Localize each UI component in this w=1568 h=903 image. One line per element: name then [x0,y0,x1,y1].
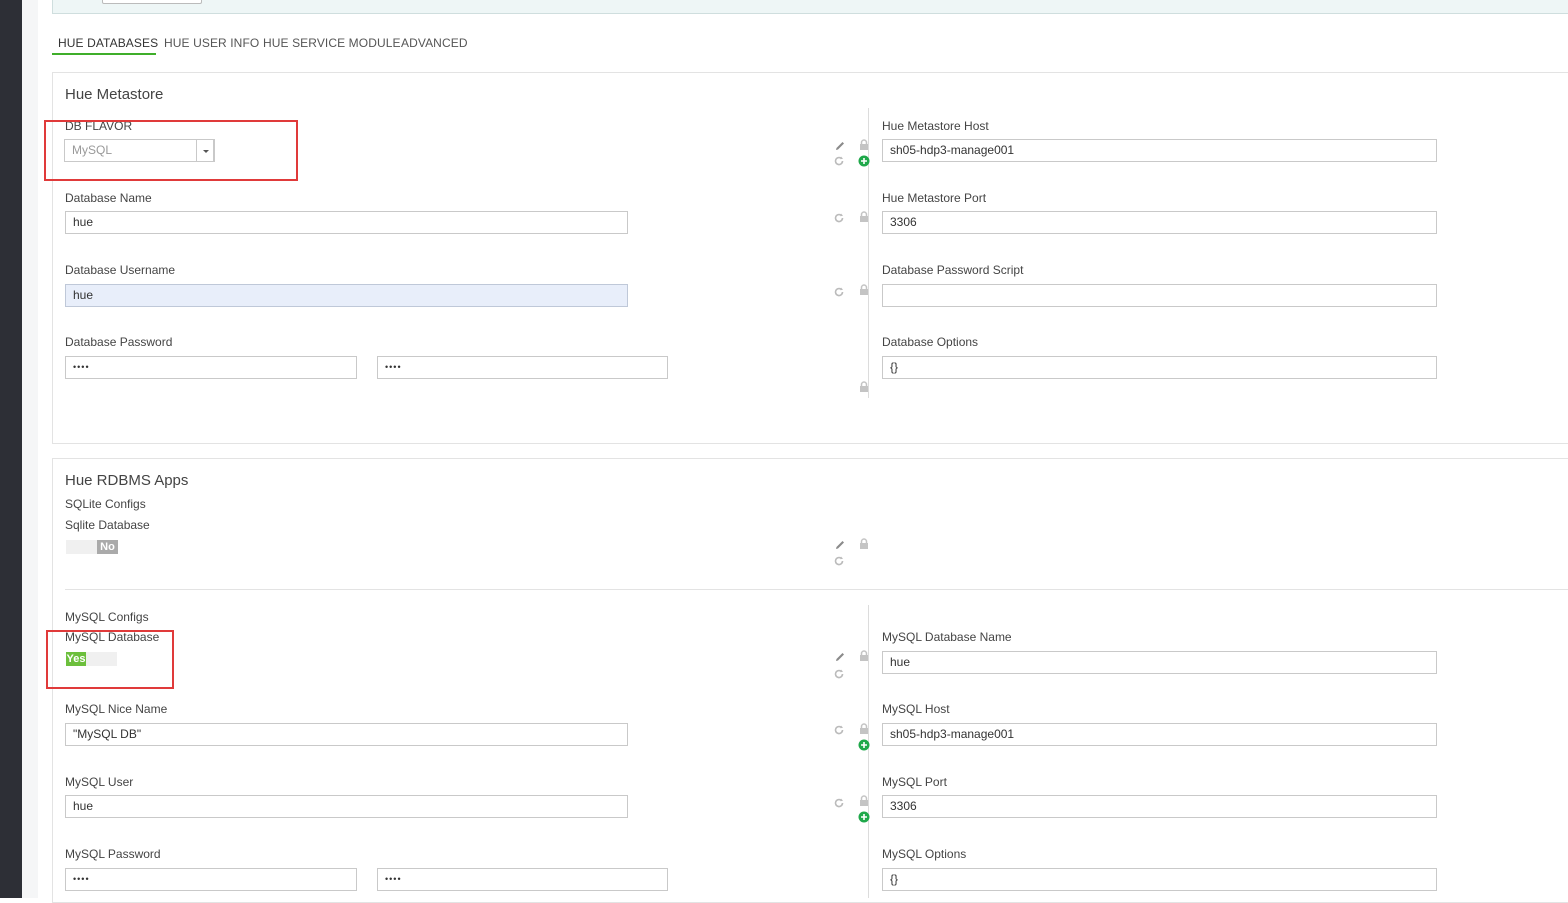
mysql-user-label: MySQL User [65,775,134,789]
tab-hue-databases[interactable]: HUE DATABASES [58,36,158,50]
database-username-input[interactable]: hue [65,284,628,307]
mysql-password-confirm-input[interactable]: •••• [377,868,668,891]
mysql-host-input[interactable]: sh05-hdp3-manage001 [882,723,1437,746]
refresh-icon[interactable] [833,286,845,298]
mysql-configs-heading: MySQL Configs [65,610,149,624]
pencil-icon[interactable] [834,651,846,663]
mysql-nice-name-label: MySQL Nice Name [65,702,168,716]
highlight-box [46,630,174,689]
panel-title: Hue Metastore [65,86,164,103]
plus-circle-icon[interactable] [858,739,870,751]
database-options-input[interactable]: {} [882,356,1437,379]
database-username-label: Database Username [65,263,176,277]
mysql-database-name-input[interactable]: hue [882,651,1437,674]
left-sidebar [0,0,22,898]
lock-icon[interactable] [858,211,870,223]
refresh-icon[interactable] [833,555,845,567]
refresh-icon[interactable] [833,668,845,680]
mysql-port-input[interactable]: 3306 [882,795,1437,818]
mysql-nice-name-input[interactable]: "MySQL DB" [65,723,628,746]
panel-title: Hue RDBMS Apps [65,472,189,489]
lock-icon[interactable] [858,538,870,550]
lock-icon[interactable] [858,723,870,735]
mysql-database-name-label: MySQL Database Name [882,630,1012,644]
hue-metastore-port-input[interactable]: 3306 [882,211,1437,234]
tab-hue-service-module[interactable]: HUE SERVICE MODULE [263,36,401,50]
column-divider [868,605,869,898]
lock-icon[interactable] [858,139,870,151]
database-password-confirm-input[interactable]: •••• [377,356,668,379]
lock-icon[interactable] [858,795,870,807]
pencil-icon[interactable] [834,140,846,152]
mysql-options-label: MySQL Options [882,847,967,861]
refresh-icon[interactable] [833,155,845,167]
hue-metastore-host-label: Hue Metastore Host [882,119,989,133]
refresh-icon[interactable] [833,212,845,224]
top-select[interactable] [102,0,202,4]
plus-circle-icon[interactable] [858,155,870,167]
sqlite-database-label: Sqlite Database [65,518,150,532]
highlight-box [44,120,298,181]
mysql-user-input[interactable]: hue [65,795,628,818]
column-divider [868,108,869,398]
hue-rdbms-apps-panel [52,458,1568,903]
database-name-label: Database Name [65,191,152,205]
mysql-options-input[interactable]: {} [882,868,1437,891]
tab-advanced[interactable]: ADVANCED [401,36,468,50]
database-password-script-input[interactable] [882,284,1437,307]
pencil-icon[interactable] [834,539,846,551]
hue-metastore-host-input[interactable]: sh05-hdp3-manage001 [882,139,1437,162]
mysql-port-label: MySQL Port [882,775,947,789]
left-gutter [22,0,38,898]
mysql-password-label: MySQL Password [65,847,161,861]
lock-icon[interactable] [858,650,870,662]
plus-circle-icon[interactable] [858,811,870,823]
database-password-script-label: Database Password Script [882,263,1024,277]
section-divider [65,589,1568,590]
mysql-host-label: MySQL Host [882,702,950,716]
toggle-state: No [97,540,118,554]
lock-icon[interactable] [858,284,870,296]
top-info-bar [52,0,1568,14]
active-tab-indicator [52,53,156,55]
hue-metastore-port-label: Hue Metastore Port [882,191,987,205]
database-password-label: Database Password [65,335,173,349]
refresh-icon[interactable] [833,797,845,809]
database-password-input[interactable]: •••• [65,356,357,379]
refresh-icon[interactable] [833,724,845,736]
tab-hue-user-info[interactable]: HUE USER INFO [164,36,259,50]
mysql-password-input[interactable]: •••• [65,868,357,891]
sqlite-configs-heading: SQLite Configs [65,497,146,511]
database-name-input[interactable]: hue [65,211,628,234]
lock-icon[interactable] [858,381,870,393]
database-options-label: Database Options [882,335,979,349]
sqlite-database-toggle[interactable]: No [66,540,118,554]
